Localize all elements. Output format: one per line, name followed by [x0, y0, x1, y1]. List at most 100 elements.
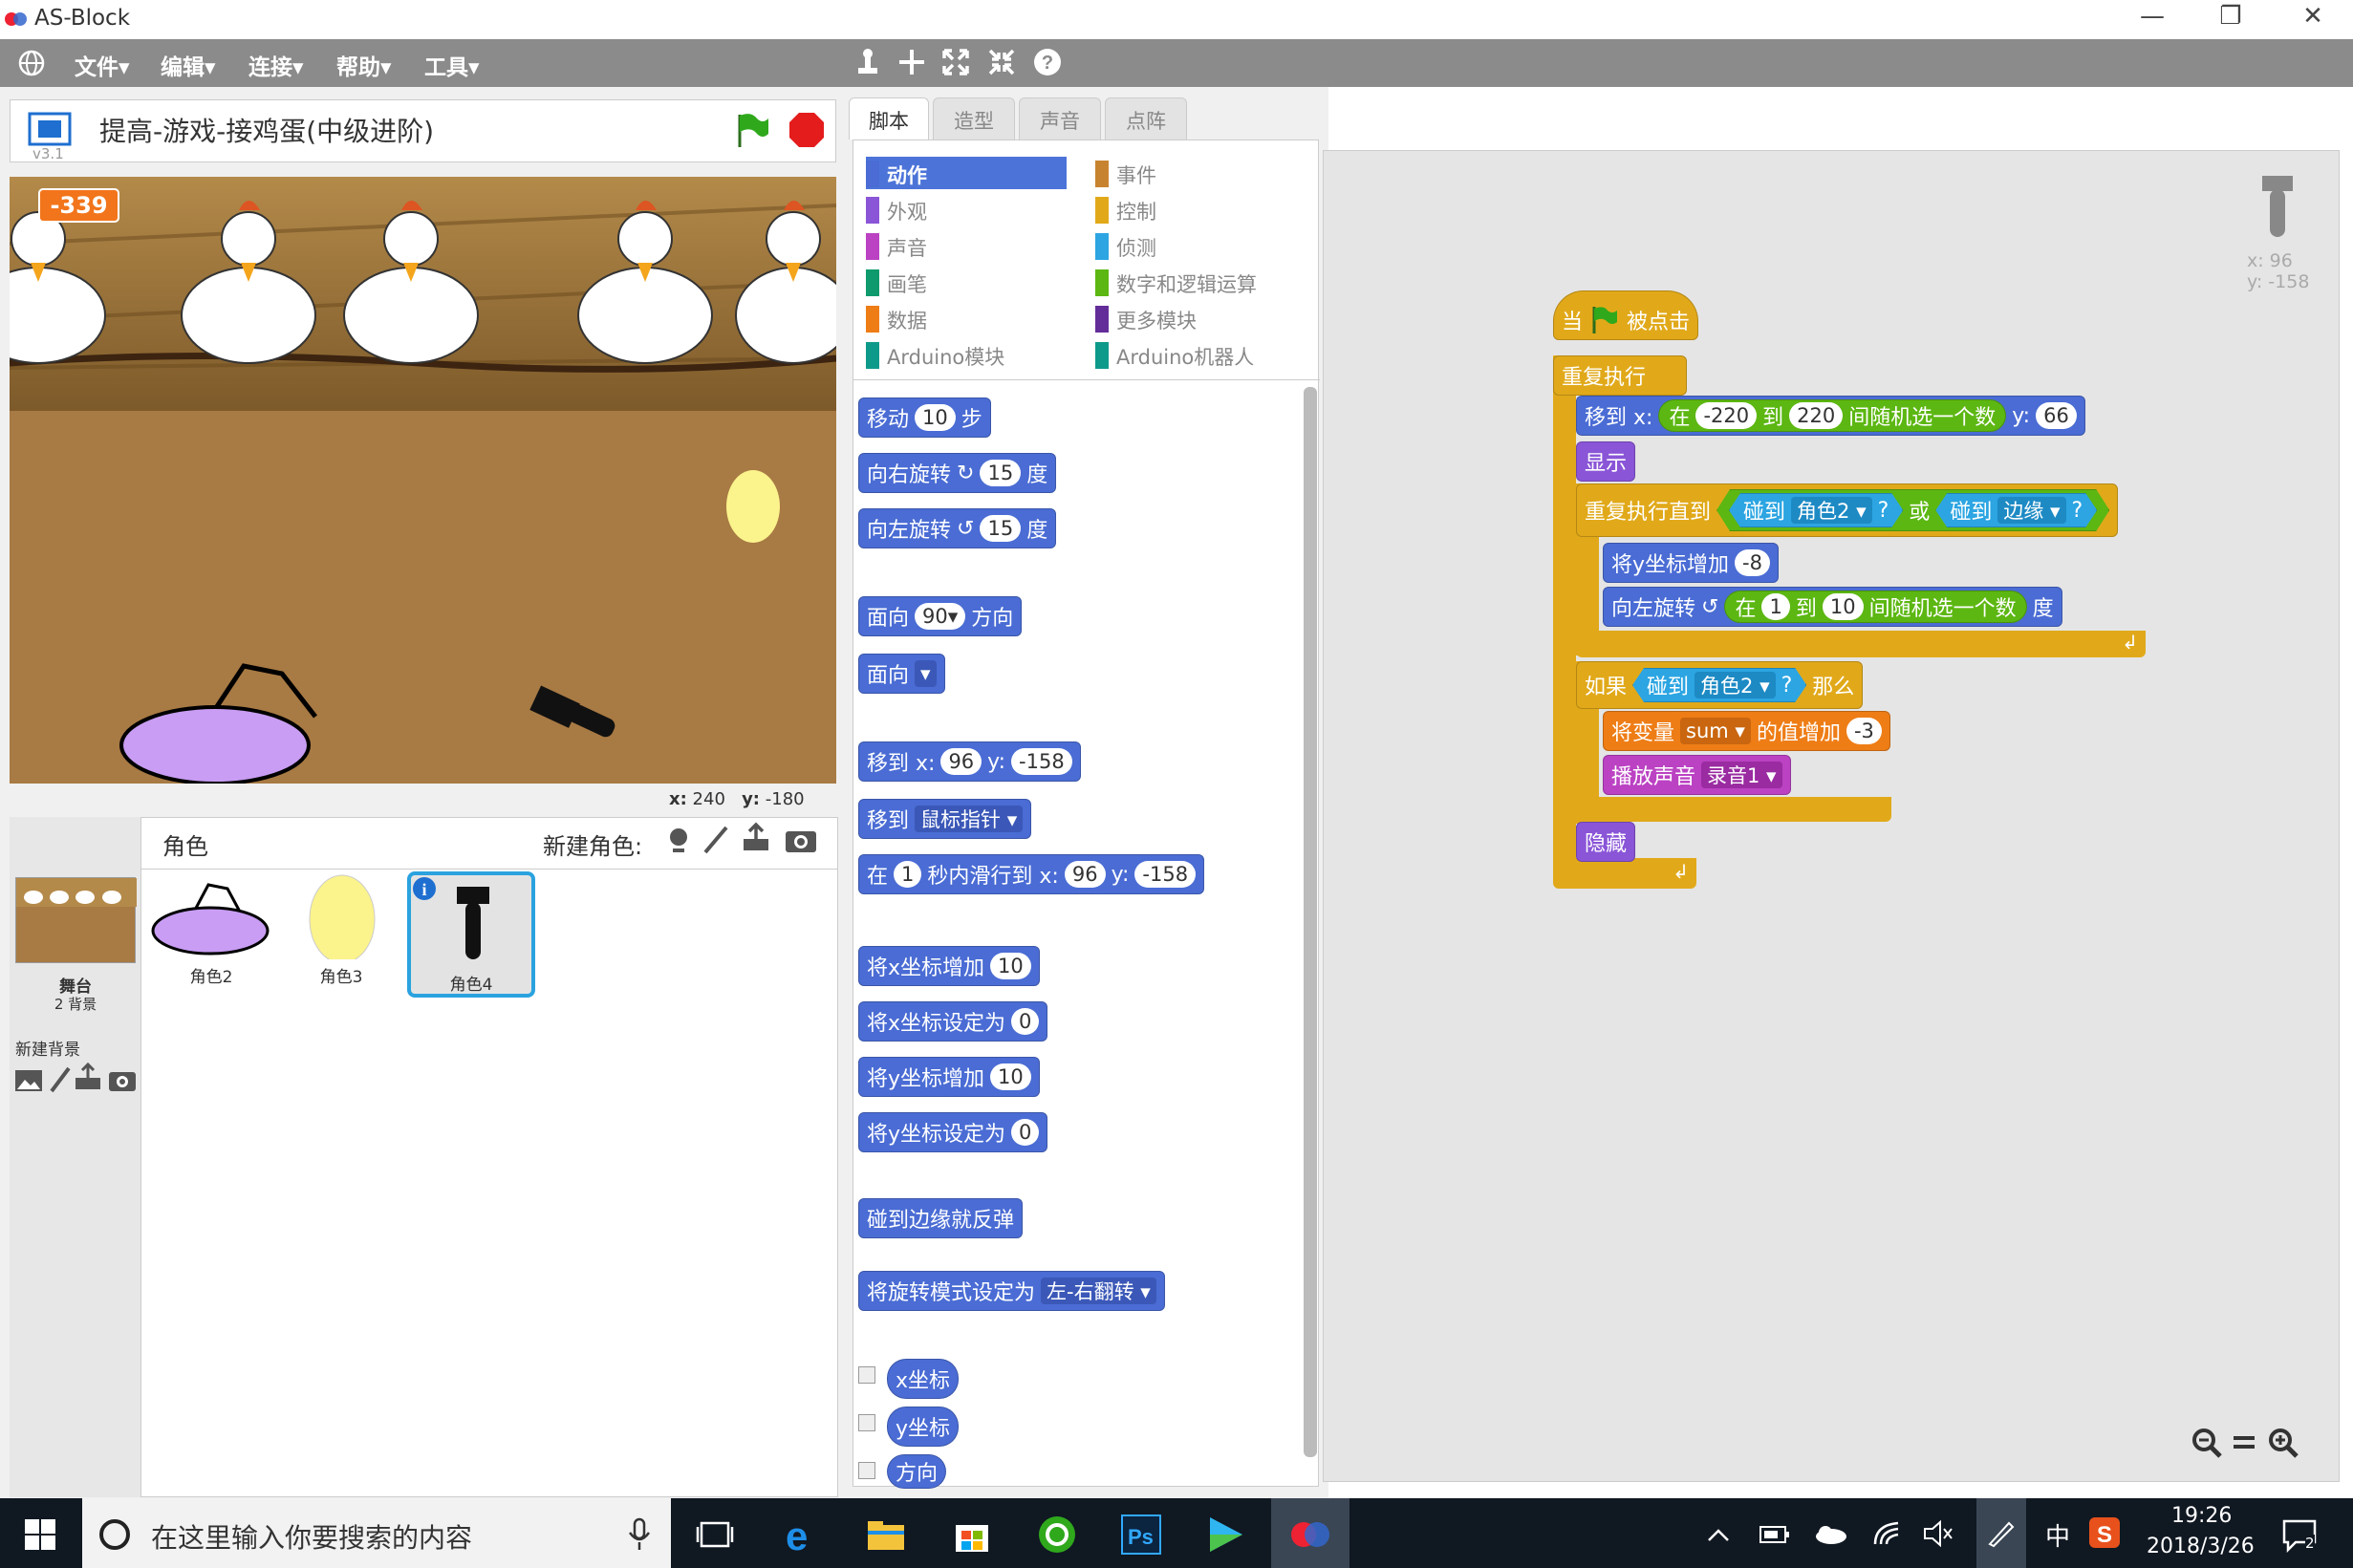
file-explorer-icon[interactable]	[866, 1517, 906, 1552]
menu-connect[interactable]: 连接▾	[248, 49, 304, 81]
category-right-3[interactable]: 数字和逻辑运算	[1095, 266, 1296, 298]
block-set-y[interactable]: 将y坐标设定为 0	[858, 1112, 1048, 1152]
battery-icon[interactable]	[1759, 1523, 1791, 1546]
block-forever[interactable]: 重复执行	[1553, 355, 1687, 396]
upload-backdrop-icon[interactable]	[73, 1063, 103, 1093]
category-left-5[interactable]: Arduino模块	[866, 338, 1067, 371]
block-change-y[interactable]: 将y坐标增加 10	[858, 1057, 1040, 1097]
camera-backdrop-icon[interactable]	[107, 1066, 138, 1093]
chevron-up-icon[interactable]	[1705, 1523, 1732, 1546]
menu-edit[interactable]: 编辑▾	[161, 49, 216, 81]
project-title[interactable]: 提高-游戏-接鸡蛋(中级进阶)	[99, 111, 434, 149]
block-goto[interactable]: 移到 鼠标指针 ▾	[858, 799, 1032, 839]
camera-sprite-icon[interactable]	[784, 824, 818, 854]
block-change-y-script[interactable]: 将y坐标增加 -8	[1603, 543, 1779, 583]
category-left-0[interactable]: 动作	[866, 157, 1067, 189]
photoshop-icon[interactable]: Ps	[1120, 1514, 1162, 1556]
block-turn-left-random[interactable]: 向左旋转 ↺ 在 1 到 10 间随机选一个数 度	[1603, 587, 2062, 627]
tab-costumes[interactable]: 造型	[933, 97, 1015, 140]
block-when-flag-clicked[interactable]: 当 被点击	[1553, 290, 1699, 340]
task-view-icon[interactable]	[696, 1517, 734, 1552]
block-change-x[interactable]: 将x坐标增加 10	[858, 946, 1040, 986]
paint-sprite-icon[interactable]	[702, 824, 732, 854]
category-left-3[interactable]: 画笔	[866, 266, 1067, 298]
checkbox-direction[interactable]	[858, 1462, 875, 1479]
volume-muted-icon[interactable]	[1923, 1519, 1955, 1548]
store-icon[interactable]	[952, 1514, 992, 1554]
category-right-1[interactable]: 控制	[1095, 193, 1296, 226]
block-goto-random[interactable]: 移到 x: 在 -220 到 220 间随机选一个数 y: 66	[1576, 396, 2085, 436]
fullscreen-icon[interactable]	[27, 111, 73, 149]
paint-backdrop-icon[interactable]	[48, 1064, 73, 1093]
globe-icon[interactable]	[17, 49, 46, 77]
sogou-ime-icon[interactable]: S	[2087, 1515, 2122, 1550]
move-icon[interactable]	[896, 47, 927, 77]
category-left-1[interactable]: 外观	[866, 193, 1067, 226]
tab-scripts[interactable]: 脚本	[849, 97, 929, 140]
onedrive-icon[interactable]	[1812, 1521, 1848, 1546]
block-turn-right[interactable]: 向右旋转 ↻ 15 度	[858, 453, 1057, 493]
category-right-2[interactable]: 侦测	[1095, 229, 1296, 262]
grow-icon[interactable]	[940, 47, 971, 77]
checkbox-x[interactable]	[858, 1366, 875, 1384]
taskbar-search[interactable]: 在这里输入你要搜索的内容	[82, 1498, 671, 1568]
info-icon[interactable]: i	[411, 875, 440, 904]
checkbox-y[interactable]	[858, 1414, 875, 1431]
block-hide[interactable]: 隐藏	[1576, 822, 1636, 862]
tab-matrix[interactable]: 点阵	[1105, 97, 1187, 140]
stop-icon[interactable]	[788, 111, 826, 149]
reporter-x[interactable]: x坐标	[887, 1359, 960, 1399]
minimize-button[interactable]: —	[2124, 2, 2181, 31]
stamp-icon[interactable]	[853, 47, 883, 77]
block-glide[interactable]: 在 1 秒内滑行到 x: 96 y: -158	[858, 854, 1205, 894]
maximize-button[interactable]: ❐	[2202, 2, 2259, 31]
microphone-icon[interactable]	[627, 1517, 652, 1552]
help-icon[interactable]: ?	[1032, 47, 1063, 77]
pen-tile[interactable]	[1976, 1498, 2026, 1568]
wifi-icon[interactable]	[1871, 1519, 1904, 1548]
block-play-sound[interactable]: 播放声音 录音1 ▾	[1603, 755, 1791, 795]
shrink-icon[interactable]	[986, 47, 1017, 77]
block-rotation-style[interactable]: 将旋转模式设定为 左-右翻转 ▾	[858, 1271, 1165, 1311]
zoom-reset-icon[interactable]	[2230, 1426, 2258, 1460]
close-button[interactable]: ✕	[2284, 2, 2342, 31]
menu-file[interactable]: 文件▾	[75, 49, 130, 81]
tab-sounds[interactable]: 声音	[1019, 97, 1101, 140]
stage-canvas[interactable]: -339	[10, 177, 836, 784]
reporter-direction[interactable]: 方向	[887, 1454, 947, 1489]
edge-browser-icon[interactable]: e	[782, 1514, 820, 1556]
block-move[interactable]: 移动 10 步	[858, 397, 991, 438]
ime-indicator[interactable]: 中	[2045, 1517, 2070, 1553]
category-right-0[interactable]: 事件	[1095, 157, 1296, 189]
clock-date[interactable]: 2018/3/26	[2147, 1535, 2255, 1558]
category-right-5[interactable]: Arduino机器人	[1095, 338, 1296, 371]
active-app-tile[interactable]	[1271, 1498, 1349, 1568]
choose-sprite-icon[interactable]	[663, 824, 694, 854]
block-if[interactable]: 如果 碰到 角色2 ▾? 那么	[1576, 661, 1864, 709]
block-turn-left[interactable]: 向左旋转 ↺ 15 度	[858, 508, 1057, 548]
block-repeat-until[interactable]: 重复执行直到 碰到 角色2 ▾? 或 碰到 边缘 ▾?	[1576, 483, 2119, 537]
scripts-area[interactable]: x: 96 y: -158 当 被点击 重复执行 ↲ 移到 x: 在 -220 到 2…	[1323, 150, 2340, 1482]
media-player-icon[interactable]	[1204, 1514, 1246, 1556]
clock-time[interactable]: 19:26	[2171, 1504, 2232, 1528]
category-left-2[interactable]: 声音	[866, 229, 1067, 262]
menu-help[interactable]: 帮助▾	[336, 49, 392, 81]
menu-tools[interactable]: 工具▾	[424, 49, 480, 81]
zoom-out-icon[interactable]	[2190, 1426, 2224, 1460]
green-flag-icon[interactable]	[732, 111, 770, 149]
upload-sprite-icon[interactable]	[740, 822, 772, 854]
block-show[interactable]: 显示	[1576, 441, 1636, 482]
block-point-towards[interactable]: 面向 ▾	[858, 654, 945, 694]
stage-thumbnail[interactable]	[15, 877, 137, 963]
reporter-y[interactable]: y坐标	[887, 1407, 960, 1447]
choose-backdrop-icon[interactable]	[13, 1066, 46, 1093]
sprite-thumb-basket[interactable]: 角色2	[149, 873, 273, 988]
browser-360-icon[interactable]	[1036, 1514, 1078, 1556]
category-right-4[interactable]: 更多模块	[1095, 302, 1296, 334]
block-goto-xy[interactable]: 移到 x: 96 y: -158	[858, 741, 1081, 782]
sprite-thumb-hammer-selected[interactable]: i 角色4	[407, 871, 535, 998]
category-left-4[interactable]: 数据	[866, 302, 1067, 334]
sprite-thumb-egg[interactable]: 角色3	[289, 873, 394, 988]
windows-start-icon[interactable]	[23, 1517, 57, 1552]
block-set-x[interactable]: 将x坐标设定为 0	[858, 1001, 1048, 1042]
